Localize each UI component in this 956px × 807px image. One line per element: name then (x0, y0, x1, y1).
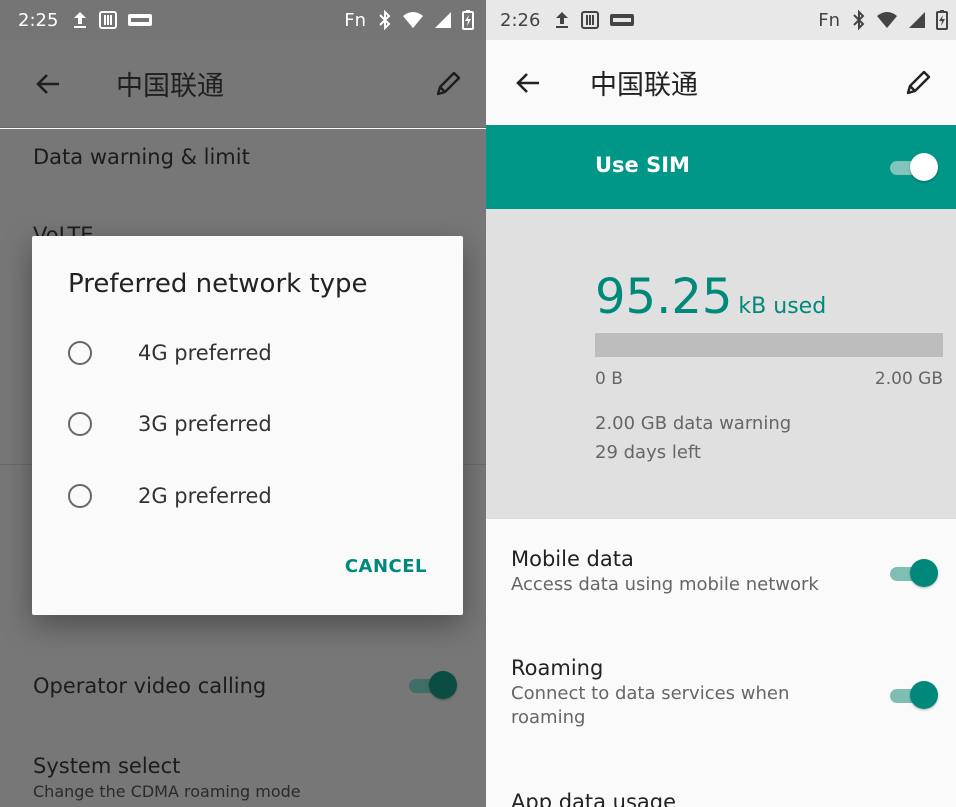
back-arrow-icon (36, 73, 59, 94)
sim-card-icon (580, 10, 600, 30)
app-bar: 中国联通 (486, 40, 956, 125)
app-data-usage-title: App data usage (511, 790, 677, 807)
use-sim-bar[interactable]: Use SIM (486, 125, 956, 209)
radio-button[interactable] (68, 412, 92, 436)
wifi-icon (876, 11, 898, 29)
system-select-label: System select (33, 754, 181, 778)
data-warning-item[interactable]: Data warning & limit (33, 145, 466, 169)
signal-icon (908, 11, 926, 29)
mobile-data-title: Mobile data (511, 547, 634, 571)
roaming-toggle[interactable] (886, 678, 938, 712)
data-usage-summary: 95.25 kB used 0 B 2.00 GB 2.00 GB data wa… (486, 209, 956, 519)
signal-icon (434, 11, 452, 29)
usage-min-label: 0 B (595, 369, 623, 389)
usage-amount: 95.25 kB used (595, 269, 826, 325)
mobile-data-subtitle: Access data using mobile network (511, 574, 819, 595)
back-button[interactable] (498, 53, 558, 113)
operator-video-item[interactable]: Operator video calling (33, 674, 466, 698)
radio-option-4g[interactable]: 4G preferred (68, 329, 272, 377)
mobile-data-toggle[interactable] (886, 556, 938, 590)
upload-icon (72, 10, 88, 30)
radio-label: 3G preferred (138, 412, 272, 436)
sim-card-icon (98, 10, 118, 30)
radio-label: 4G preferred (138, 341, 272, 365)
app-data-usage-item[interactable]: App data usage (511, 790, 866, 807)
radio-option-2g[interactable]: 2G preferred (68, 472, 272, 520)
battery-charging-icon (462, 10, 474, 30)
operator-video-toggle[interactable] (405, 668, 457, 702)
roaming-subtitle: Connect to data services when roaming (511, 683, 790, 728)
days-left-text: 29 days left (595, 442, 701, 463)
edit-button[interactable] (418, 54, 478, 114)
status-bar: 2:26 Fn (486, 0, 956, 40)
left-screen: 2:25 Fn 中国联通 Data warning & limit VoLTE … (0, 0, 486, 807)
volte-icon (128, 13, 153, 27)
pencil-icon (436, 71, 461, 95)
use-sim-toggle[interactable] (886, 150, 938, 184)
back-button[interactable] (18, 54, 78, 114)
status-time: 2:25 (18, 9, 59, 31)
battery-charging-icon (936, 10, 948, 30)
usage-unit: kB used (738, 294, 827, 319)
fn-indicator: Fn (818, 9, 840, 31)
radio-button[interactable] (68, 341, 92, 365)
status-bar: 2:25 Fn (0, 0, 486, 40)
dialog-title: Preferred network type (68, 269, 368, 299)
usage-progress-bar (595, 333, 943, 357)
mobile-data-item[interactable]: Mobile data Access data using mobile net… (511, 547, 866, 597)
cancel-button[interactable]: CANCEL (345, 556, 427, 577)
right-screen: 2:26 Fn 中国联通 Use SIM 95.25 kB used 0 B 2… (486, 0, 956, 807)
edit-button[interactable] (888, 53, 948, 113)
data-warning-text: 2.00 GB data warning (595, 413, 792, 434)
upload-icon (554, 10, 570, 30)
data-warning-label: Data warning & limit (33, 145, 250, 169)
radio-option-3g[interactable]: 3G preferred (68, 400, 272, 448)
usage-max-label: 2.00 GB (874, 369, 943, 389)
system-select-item[interactable]: System select Change the CDMA roaming mo… (33, 754, 466, 801)
system-select-subtitle: Change the CDMA roaming mode (33, 782, 301, 801)
bluetooth-icon (852, 10, 866, 30)
use-sim-label: Use SIM (595, 153, 690, 177)
bluetooth-icon (378, 10, 392, 30)
pencil-icon (906, 70, 931, 94)
wifi-icon (402, 11, 424, 29)
page-title: 中国联通 (116, 71, 224, 102)
back-arrow-icon (516, 72, 539, 93)
radio-button[interactable] (68, 484, 92, 508)
app-bar: 中国联通 (0, 40, 486, 128)
status-time: 2:26 (500, 9, 541, 31)
roaming-item[interactable]: Roaming Connect to data services when ro… (511, 656, 866, 730)
radio-label: 2G preferred (138, 484, 272, 508)
volte-icon (610, 13, 635, 27)
preferred-network-dialog: Preferred network type 4G preferred 3G p… (32, 236, 463, 615)
roaming-title: Roaming (511, 656, 604, 680)
fn-indicator: Fn (344, 9, 366, 31)
operator-video-label: Operator video calling (33, 674, 267, 698)
usage-value: 95.25 (595, 269, 733, 325)
page-title: 中国联通 (590, 70, 698, 101)
